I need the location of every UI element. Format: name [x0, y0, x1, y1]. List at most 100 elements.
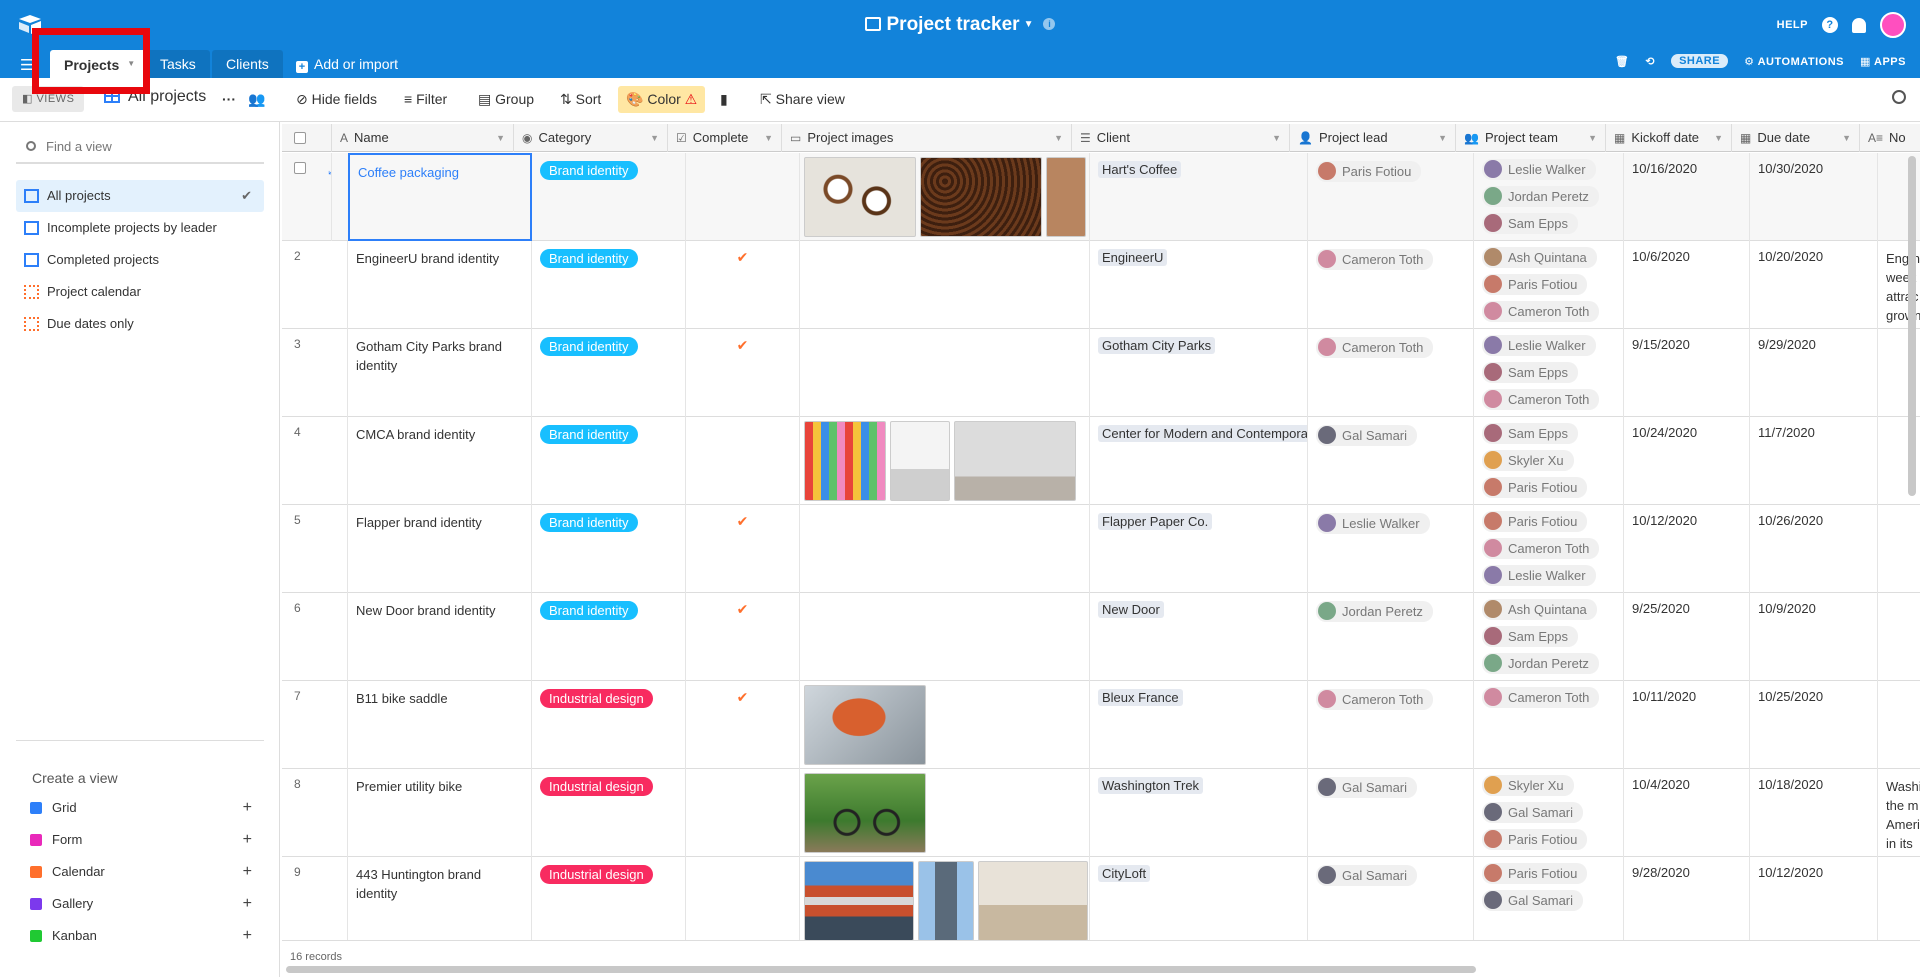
column-menu-icon[interactable]: ▼ — [1438, 124, 1447, 152]
cell-due[interactable]: 10/12/2020 — [1750, 857, 1878, 945]
cell-team[interactable]: Paris Fotiou Cameron Toth Leslie Walker — [1474, 505, 1624, 593]
share-button[interactable]: SHARE — [1671, 54, 1729, 68]
cell-name[interactable]: Premier utility bike — [348, 769, 532, 857]
cell-kickoff[interactable]: 10/24/2020 — [1624, 417, 1750, 505]
column-menu-icon[interactable]: ▼ — [1054, 124, 1063, 152]
plus-icon[interactable]: + — [243, 856, 252, 888]
cell-notes[interactable]: Washi the m Ameri in its — [1878, 769, 1920, 857]
select-all-checkbox[interactable] — [294, 132, 306, 144]
cell-lead[interactable]: Leslie Walker — [1308, 505, 1474, 593]
cell-kickoff[interactable]: 9/15/2020 — [1624, 329, 1750, 417]
cell-team[interactable]: Ash Quintana Sam Epps Jordan Peretz — [1474, 593, 1624, 681]
cell-client[interactable]: Center for Modern and Contempora — [1090, 417, 1308, 505]
client-link[interactable]: Hart's Coffee — [1098, 161, 1182, 178]
hide-fields-button[interactable]: ⊘ Hide fields — [296, 91, 377, 108]
cell-category[interactable]: Brand identity — [532, 593, 686, 681]
image-thumbnail[interactable] — [920, 157, 1042, 237]
table-row[interactable]: 9 443 Huntington brand identity Industri… — [282, 857, 1920, 945]
cell-category[interactable]: Brand identity — [532, 241, 686, 329]
view-more-menu[interactable]: ··· — [222, 91, 236, 107]
column-menu-icon[interactable]: ▼ — [1842, 124, 1851, 152]
base-title[interactable]: Project tracker ▼ i — [0, 14, 1920, 36]
add-or-import-button[interactable]: + Add or import — [296, 50, 398, 78]
image-thumbnail[interactable] — [978, 861, 1088, 941]
help-link[interactable]: HELP — [1777, 19, 1808, 31]
cell-images[interactable] — [800, 241, 1090, 329]
cell-kickoff[interactable]: 10/11/2020 — [1624, 681, 1750, 769]
cell-notes[interactable] — [1878, 505, 1920, 593]
cell-lead[interactable]: Gal Samari — [1308, 857, 1474, 945]
table-row[interactable]: 3 Gotham City Parks brand identity Brand… — [282, 329, 1920, 417]
cell-lead[interactable]: Cameron Toth — [1308, 241, 1474, 329]
column-header-images[interactable]: ▭ Project images ▼ — [782, 124, 1072, 152]
cell-kickoff[interactable]: 10/4/2020 — [1624, 769, 1750, 857]
column-header-lead[interactable]: 👤 Project lead ▼ — [1290, 124, 1456, 152]
create-grid-view[interactable]: Grid + — [16, 792, 264, 824]
client-link[interactable]: Center for Modern and Contempora — [1098, 425, 1307, 442]
cell-kickoff[interactable]: 9/25/2020 — [1624, 593, 1750, 681]
client-link[interactable]: New Door — [1098, 601, 1164, 618]
image-thumbnail[interactable] — [804, 157, 916, 237]
view-item-incomplete-by-leader[interactable]: Incomplete projects by leader — [16, 212, 264, 244]
client-link[interactable]: CityLoft — [1098, 865, 1151, 882]
cell-images[interactable] — [800, 153, 1090, 241]
column-header-team[interactable]: 👥 Project team ▼ — [1456, 124, 1606, 152]
column-header-category[interactable]: ◉ Category ▼ — [514, 124, 668, 152]
client-link[interactable]: Bleux France — [1098, 689, 1183, 706]
cell-team[interactable]: Cameron Toth — [1474, 681, 1624, 769]
client-link[interactable]: Gotham City Parks — [1098, 337, 1216, 354]
collaborators-icon[interactable]: 👥 — [248, 91, 265, 108]
column-header-notes[interactable]: A≡ No — [1860, 124, 1920, 152]
cell-name[interactable]: CMCA brand identity — [348, 417, 532, 505]
plus-icon[interactable]: + — [243, 824, 252, 856]
image-thumbnail[interactable] — [954, 421, 1076, 501]
user-avatar[interactable] — [1880, 12, 1906, 38]
view-item-project-calendar[interactable]: Project calendar — [16, 276, 264, 308]
cell-lead[interactable]: Cameron Toth — [1308, 681, 1474, 769]
cell-client[interactable]: Bleux France — [1090, 681, 1308, 769]
client-link[interactable]: Washington Trek — [1098, 777, 1204, 794]
cell-complete[interactable] — [686, 153, 800, 241]
table-row[interactable]: 4 CMCA brand identity Brand identity Cen… — [282, 417, 1920, 505]
cell-images[interactable] — [800, 593, 1090, 681]
column-header-complete[interactable]: ☑ Complete ▼ — [668, 124, 782, 152]
cell-kickoff[interactable]: 10/16/2020 — [1624, 153, 1750, 241]
create-form-view[interactable]: Form + — [16, 824, 264, 856]
cell-client[interactable]: Flapper Paper Co. — [1090, 505, 1308, 593]
bell-icon[interactable] — [1852, 17, 1866, 33]
cell-due[interactable]: 10/25/2020 — [1750, 681, 1878, 769]
view-item-completed[interactable]: Completed projects — [16, 244, 264, 276]
cell-team[interactable]: Leslie Walker Sam Epps Cameron Toth — [1474, 329, 1624, 417]
trash-icon[interactable]: 🗑 — [1615, 55, 1629, 68]
cell-due[interactable]: 10/9/2020 — [1750, 593, 1878, 681]
view-item-due-dates[interactable]: Due dates only — [16, 308, 264, 340]
cell-images[interactable] — [800, 329, 1090, 417]
create-gallery-view[interactable]: Gallery + — [16, 888, 264, 920]
cell-due[interactable]: 10/18/2020 — [1750, 769, 1878, 857]
row-checkbox[interactable] — [294, 162, 306, 174]
cell-kickoff[interactable]: 9/28/2020 — [1624, 857, 1750, 945]
cell-category[interactable]: Industrial design — [532, 681, 686, 769]
column-menu-icon[interactable]: ▼ — [1272, 124, 1281, 152]
cell-category[interactable]: Industrial design — [532, 769, 686, 857]
cell-due[interactable]: 9/29/2020 — [1750, 329, 1878, 417]
table-row[interactable]: 8 Premier utility bike Industrial design… — [282, 769, 1920, 857]
column-menu-icon[interactable]: ▼ — [764, 124, 773, 152]
cell-kickoff[interactable]: 10/12/2020 — [1624, 505, 1750, 593]
client-link[interactable]: EngineerU — [1098, 249, 1168, 266]
cell-team[interactable]: Paris Fotiou Gal Samari — [1474, 857, 1624, 945]
plus-icon[interactable]: + — [243, 792, 252, 824]
cell-notes[interactable] — [1878, 681, 1920, 769]
horizontal-scrollbar[interactable] — [286, 966, 1476, 973]
image-thumbnail[interactable] — [804, 861, 914, 941]
title-caret-icon[interactable]: ▼ — [1024, 19, 1034, 30]
cell-notes[interactable] — [1878, 593, 1920, 681]
filter-button[interactable]: ≡ Filter — [404, 91, 447, 107]
cell-category[interactable]: Brand identity — [532, 153, 686, 241]
plus-icon[interactable]: + — [243, 888, 252, 920]
cell-due[interactable]: 10/20/2020 — [1750, 241, 1878, 329]
cell-images[interactable] — [800, 769, 1090, 857]
cell-category[interactable]: Brand identity — [532, 417, 686, 505]
color-button[interactable]: 🎨 Color ⚠ — [618, 86, 706, 113]
cell-lead[interactable]: Cameron Toth — [1308, 329, 1474, 417]
